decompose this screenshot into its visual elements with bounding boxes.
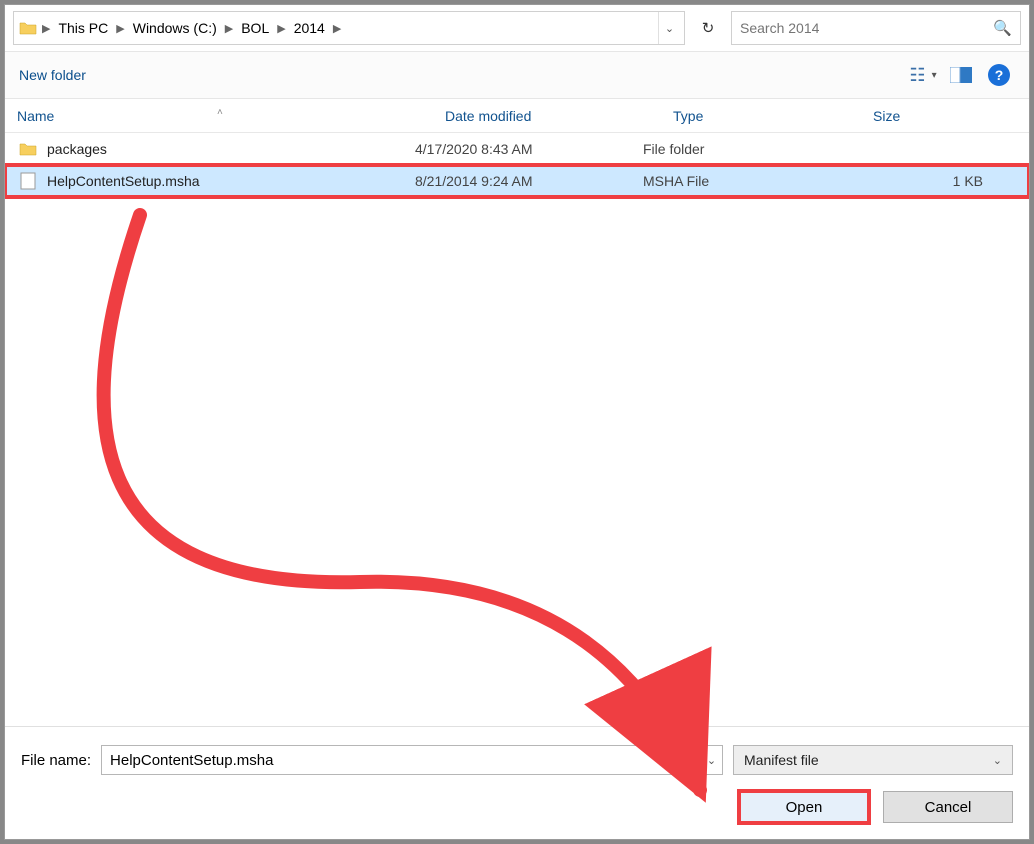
breadcrumb-item[interactable]: This PC [52,12,114,44]
file-date: 4/17/2020 8:43 AM [415,141,643,157]
preview-pane-button[interactable] [945,59,977,91]
breadcrumb[interactable]: ▶ This PC ▶ Windows (C:) ▶ BOL ▶ 2014 ▶ … [13,11,685,45]
file-date: 8/21/2014 9:24 AM [415,173,643,189]
open-button[interactable]: Open [739,791,869,823]
header-name-label: Name [17,108,54,124]
file-type: File folder [643,141,843,157]
file-name: HelpContentSetup.msha [47,173,200,189]
breadcrumb-item[interactable]: 2014 [288,12,331,44]
dialog-footer: File name: ⌄ Manifest file ⌄ Open Cancel [5,726,1029,839]
breadcrumb-item[interactable]: Windows (C:) [127,12,223,44]
folder-icon [17,138,39,160]
chevron-down-icon[interactable]: ⌄ [658,12,680,44]
toolbar: New folder ☷ ▾ ? [5,51,1029,99]
header-date[interactable]: Date modified [445,108,673,124]
new-folder-button[interactable]: New folder [19,67,86,83]
file-name: packages [47,141,107,157]
file-icon [17,170,39,192]
refresh-button[interactable]: ↻ [693,11,723,45]
chevron-right-icon: ▶ [114,22,126,35]
file-name-input[interactable] [102,752,700,769]
search-box[interactable]: 🔍 [731,11,1021,45]
chevron-right-icon: ▶ [331,22,343,35]
filter-label: Manifest file [744,752,819,768]
file-type-filter[interactable]: Manifest file ⌄ [733,745,1013,775]
preview-pane-icon [950,67,972,83]
sort-ascending-icon: ˄ [217,107,223,118]
file-name-combo[interactable]: ⌄ [101,745,723,775]
search-input[interactable] [740,20,993,36]
breadcrumb-item[interactable]: BOL [235,12,275,44]
chevron-down-icon: ▾ [932,70,937,81]
list-item[interactable]: packages 4/17/2020 8:43 AM File folder [5,133,1029,165]
address-row: ▶ This PC ▶ Windows (C:) ▶ BOL ▶ 2014 ▶ … [5,5,1029,51]
cancel-button[interactable]: Cancel [883,791,1013,823]
chevron-down-icon[interactable]: ⌄ [700,754,722,767]
column-headers: Name ˄ Date modified Type Size [5,99,1029,133]
file-list: packages 4/17/2020 8:43 AM File folder H… [5,133,1029,726]
views-button[interactable]: ☷ ▾ [907,59,939,91]
file-name-label: File name: [21,752,91,769]
help-icon: ? [988,64,1010,86]
header-size[interactable]: Size [873,108,1029,124]
list-icon: ☷ [909,66,925,84]
chevron-down-icon: ⌄ [993,754,1002,767]
search-icon[interactable]: 🔍 [993,19,1012,37]
chevron-right-icon: ▶ [223,22,235,35]
help-button[interactable]: ? [983,59,1015,91]
chevron-right-icon: ▶ [275,22,287,35]
chevron-right-icon: ▶ [40,22,52,35]
file-type: MSHA File [643,173,843,189]
list-item[interactable]: HelpContentSetup.msha 8/21/2014 9:24 AM … [5,165,1029,197]
header-type[interactable]: Type [673,108,873,124]
folder-icon [18,18,38,38]
open-file-dialog: ▶ This PC ▶ Windows (C:) ▶ BOL ▶ 2014 ▶ … [4,4,1030,840]
file-size: 1 KB [843,173,1029,189]
header-name[interactable]: Name ˄ [17,108,445,124]
